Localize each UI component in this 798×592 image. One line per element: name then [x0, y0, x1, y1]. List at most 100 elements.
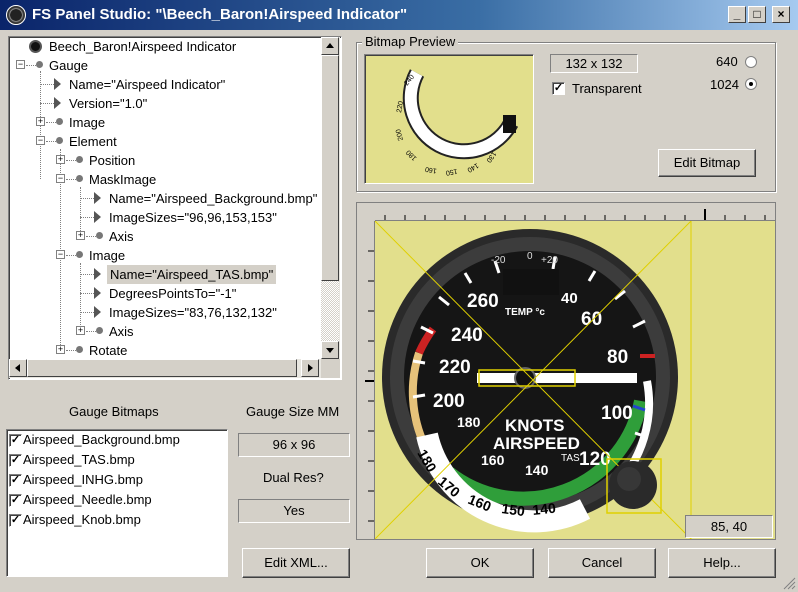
tas-bitmap-preview: 240 220 200 180 160 150 140 130: [395, 69, 519, 176]
ok-button[interactable]: OK: [426, 548, 534, 578]
bitmap-name: Airspeed_Background.bmp: [23, 432, 180, 447]
bullet-icon: [96, 327, 103, 334]
preview-arc-label: 150: [445, 167, 458, 176]
bitmap-checkbox[interactable]: ✓: [9, 474, 22, 487]
airspeed-label: AIRSPEED: [493, 434, 580, 453]
bitmap-name: Airspeed_TAS.bmp: [23, 452, 135, 467]
gauge-root-icon: [29, 40, 42, 53]
collapse-icon[interactable]: −: [56, 174, 65, 183]
tree-item-name-attr[interactable]: Name="Airspeed Indicator": [69, 75, 225, 94]
bitmap-checkbox[interactable]: ✓: [9, 454, 22, 467]
attribute-arrow-icon: [94, 211, 101, 223]
speed-80: 80: [607, 347, 628, 368]
tree-item-image-sizes-attr[interactable]: ImageSizes="83,76,132,132": [109, 303, 277, 322]
bitmap-checkbox[interactable]: ✓: [9, 434, 22, 447]
tree-item-mask-axis[interactable]: Axis: [109, 227, 134, 246]
temp-scale-plus: +20: [541, 255, 558, 266]
tree-item-element[interactable]: Element: [69, 132, 117, 151]
bitmap-name: Airspeed_Knob.bmp: [23, 512, 141, 527]
temp-scale-zero: 0: [527, 251, 533, 262]
preview-arc-label: 160: [425, 165, 438, 174]
attribute-arrow-icon: [94, 306, 101, 318]
app-gauge-icon[interactable]: [6, 5, 26, 25]
bullet-icon: [76, 346, 83, 353]
tree-item-image[interactable]: Image: [69, 113, 105, 132]
scroll-track[interactable]: [321, 281, 339, 341]
attribute-arrow-icon: [94, 268, 101, 280]
gauge-canvas[interactable]: -20 0 +20 TEMP °c 260 240 220 200 180 16…: [375, 221, 775, 539]
expand-icon[interactable]: +: [36, 117, 45, 126]
scroll-right-button[interactable]: [301, 359, 319, 377]
tree-item-version-attr[interactable]: Version="1.0": [69, 94, 147, 113]
bitmap-name: Airspeed_Needle.bmp: [23, 492, 152, 507]
gauge-size-label: Gauge Size MM: [246, 404, 340, 419]
expand-icon[interactable]: +: [56, 345, 65, 354]
minimize-button[interactable]: _: [728, 6, 746, 23]
tas-label: TAS: [561, 453, 580, 464]
scroll-up-button[interactable]: [321, 37, 339, 55]
xml-tree-view[interactable]: Beech_Baron!Airspeed Indicator − Gauge N…: [8, 36, 342, 380]
bullet-icon: [76, 251, 83, 258]
knots-label: KNOTS: [505, 416, 565, 435]
scroll-thumb-horizontal[interactable]: [27, 359, 297, 377]
tree-item-tas-name-attr[interactable]: Name="Airspeed_TAS.bmp": [107, 265, 277, 284]
tree-item-mask-sizes-attr[interactable]: ImageSizes="96,96,153,153": [109, 208, 277, 227]
preview-arc-label: 200: [395, 128, 405, 141]
tree-item-rotate[interactable]: Rotate: [89, 341, 127, 359]
tree-item-mask-name-attr[interactable]: Name="Airspeed_Background.bmp": [109, 189, 317, 208]
tree-item-image-axis[interactable]: Axis: [109, 322, 134, 341]
attribute-arrow-icon: [54, 78, 61, 90]
dual-res-label: Dual Res?: [263, 470, 324, 485]
tree-item-maskimage[interactable]: MaskImage: [89, 170, 156, 189]
expand-icon[interactable]: +: [76, 231, 85, 240]
res-640-radio[interactable]: [745, 56, 757, 68]
cancel-button[interactable]: Cancel: [548, 548, 656, 578]
close-button[interactable]: ×: [772, 6, 790, 23]
vertical-ruler: [357, 221, 375, 539]
gauge-bitmaps-label: Gauge Bitmaps: [69, 404, 159, 419]
tas-ring-label: 140: [532, 500, 557, 518]
scroll-left-button[interactable]: [9, 359, 27, 377]
bitmap-size-readout: 132 x 132: [550, 54, 638, 73]
attribute-arrow-icon: [94, 287, 101, 299]
tas-ring-label: 150: [501, 500, 527, 519]
bullet-icon: [76, 156, 83, 163]
preview-arc-label: 140: [466, 161, 480, 173]
transparent-checkbox[interactable]: ✓: [552, 82, 565, 95]
bitmap-preview-label: Bitmap Preview: [362, 34, 459, 49]
title-bar: FS Panel Studio: "\Beech_Baron!Airspeed …: [0, 0, 798, 30]
tree-item-gauge[interactable]: Gauge: [49, 56, 88, 75]
resize-grip-icon[interactable]: [782, 576, 796, 590]
bullet-icon: [96, 232, 103, 239]
edit-bitmap-button[interactable]: Edit Bitmap: [658, 149, 756, 177]
collapse-icon[interactable]: −: [16, 60, 25, 69]
dual-res-readout: Yes: [238, 499, 350, 523]
scroll-thumb[interactable]: [321, 55, 339, 281]
gauge-design-area: -20 0 +20 TEMP °c 260 240 220 200 180 16…: [356, 202, 776, 540]
tree-item-image-element[interactable]: Image: [89, 246, 125, 265]
speed-60: 60: [581, 309, 602, 330]
tree-item-degrees-attr[interactable]: DegreesPointsTo="-1": [109, 284, 236, 303]
scroll-down-button[interactable]: [321, 341, 339, 359]
res-1024-radio[interactable]: [745, 78, 757, 90]
bitmap-preview-canvas: 240 220 200 180 160 150 140 130: [364, 54, 534, 184]
tree-item-label: Beech_Baron!Airspeed Indicator: [49, 39, 237, 54]
tree-content: Beech_Baron!Airspeed Indicator − Gauge N…: [9, 37, 321, 359]
tree-horizontal-scrollbar[interactable]: [9, 359, 321, 378]
bitmap-checkbox[interactable]: ✓: [9, 494, 22, 507]
tree-vertical-scrollbar[interactable]: [321, 37, 340, 359]
expand-icon[interactable]: +: [76, 326, 85, 335]
help-button[interactable]: Help...: [668, 548, 776, 578]
collapse-icon[interactable]: −: [56, 250, 65, 259]
speed-140: 140: [525, 462, 549, 478]
bullet-icon: [56, 137, 63, 144]
attribute-arrow-icon: [54, 97, 61, 109]
expand-icon[interactable]: +: [56, 155, 65, 164]
gauge-bitmaps-list[interactable]: ✓ Airspeed_Background.bmp ✓ Airspeed_TAS…: [6, 429, 228, 577]
horizontal-ruler: [375, 203, 775, 221]
bitmap-checkbox[interactable]: ✓: [9, 514, 22, 527]
collapse-icon[interactable]: −: [36, 136, 45, 145]
tree-item-position[interactable]: Position: [89, 151, 135, 170]
edit-xml-button[interactable]: Edit XML...: [242, 548, 350, 578]
maximize-button[interactable]: □: [748, 6, 766, 23]
